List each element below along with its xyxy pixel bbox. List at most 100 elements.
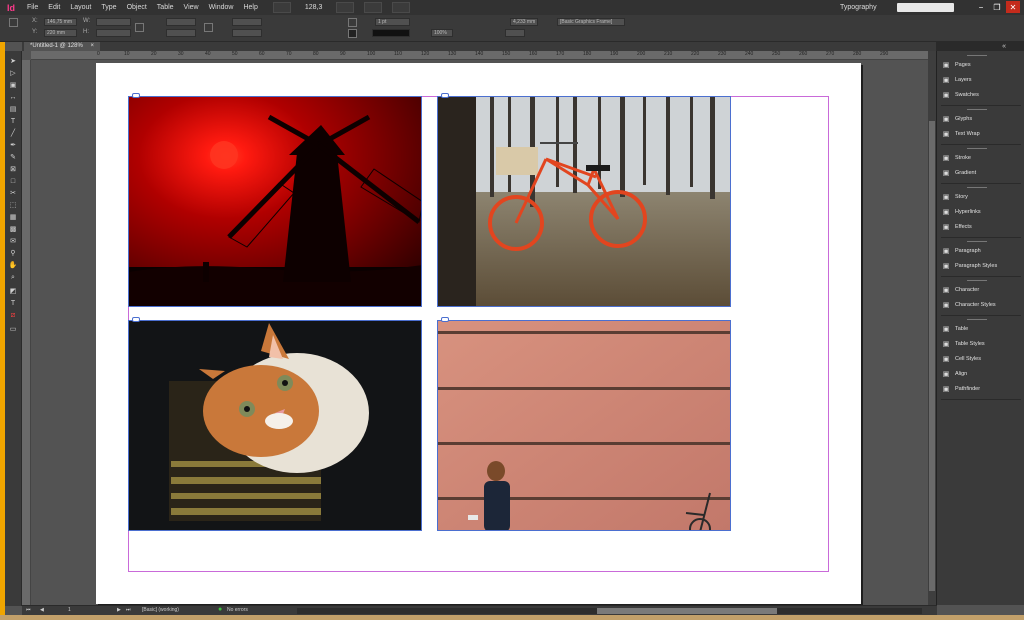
frame-fitting-dropdown[interactable]: [505, 29, 525, 37]
fill-swatch-icon[interactable]: [348, 18, 357, 27]
panel-tab-hyperlinks[interactable]: ▣ Hyperlinks: [941, 205, 1024, 219]
menu-type[interactable]: Type: [96, 0, 121, 15]
panel-tab-pages[interactable]: ▣ Pages: [941, 58, 1024, 72]
x-position-field[interactable]: 146,75 mm: [44, 18, 77, 26]
first-page-icon[interactable]: ⏮: [26, 607, 31, 613]
formatting-affects-container-icon[interactable]: T: [8, 299, 18, 308]
close-button[interactable]: ✕: [1006, 1, 1020, 13]
pen-tool-icon[interactable]: ✒: [8, 141, 18, 150]
prev-page-icon[interactable]: ◀: [40, 607, 44, 613]
menu-table[interactable]: Table: [152, 0, 179, 15]
panel-tab-text-wrap[interactable]: ▣ Text Wrap: [941, 127, 1024, 141]
screen-mode-button[interactable]: [364, 2, 383, 13]
panel-group-grip[interactable]: [967, 148, 987, 149]
height-field[interactable]: [96, 29, 131, 37]
rotation-field[interactable]: [232, 18, 262, 26]
panel-tab-paragraph-styles[interactable]: ▣ Paragraph Styles: [941, 259, 1024, 273]
frame-anchor-3[interactable]: [132, 317, 140, 322]
panel-tab-character[interactable]: ▣ Character: [941, 283, 1024, 297]
type-tool-icon[interactable]: T: [8, 117, 18, 126]
pencil-tool-icon[interactable]: ✎: [8, 153, 18, 162]
shear-field[interactable]: [232, 29, 262, 37]
view-options-button[interactable]: [336, 2, 355, 13]
panel-tab-story[interactable]: ▣ Story: [941, 190, 1024, 204]
panel-tab-pathfinder[interactable]: ▣ Pathfinder: [941, 382, 1024, 396]
panel-tab-glyphs[interactable]: ▣ Glyphs: [941, 112, 1024, 126]
panel-tab-stroke[interactable]: ▣ Stroke: [941, 151, 1024, 165]
menu-file[interactable]: File: [22, 0, 43, 15]
rectangle-tool-icon[interactable]: □: [8, 177, 18, 186]
menu-object[interactable]: Object: [122, 0, 152, 15]
horizontal-scroll-thumb[interactable]: [597, 608, 777, 614]
collapse-panels-icon[interactable]: «: [1002, 43, 1006, 50]
screen-mode-icon[interactable]: ▭: [8, 325, 18, 334]
panel-tab-layers[interactable]: ▣ Layers: [941, 73, 1024, 87]
vertical-scrollbar[interactable]: [928, 51, 936, 606]
note-tool-icon[interactable]: ✉: [8, 237, 18, 246]
minimize-button[interactable]: −: [974, 1, 988, 13]
link-scale-icon[interactable]: [204, 23, 213, 32]
panel-tab-cell-styles[interactable]: ▣ Cell Styles: [941, 352, 1024, 366]
last-page-icon[interactable]: ⏭: [126, 607, 131, 613]
horizontal-scrollbar[interactable]: [297, 608, 922, 614]
direct-selection-tool-icon[interactable]: ▷: [8, 69, 18, 78]
eyedropper-tool-icon[interactable]: ⚲: [8, 249, 18, 258]
content-collector-icon[interactable]: ▤: [8, 105, 18, 114]
document-tab[interactable]: *Untitled-1 @ 128% ×: [24, 42, 100, 51]
panel-dock-header[interactable]: «: [936, 42, 1024, 51]
page-number-field[interactable]: 1: [68, 607, 71, 613]
menu-edit[interactable]: Edit: [43, 0, 65, 15]
workspace-switcher[interactable]: Typography: [840, 0, 877, 15]
stroke-swatch-icon[interactable]: [348, 29, 357, 38]
help-search-input[interactable]: [897, 3, 954, 12]
preflight-status[interactable]: No errors: [227, 607, 248, 613]
preflight-profile[interactable]: [Basic] (working): [142, 607, 179, 613]
menu-view[interactable]: View: [179, 0, 204, 15]
menu-help[interactable]: Help: [238, 0, 262, 15]
arrange-documents-button[interactable]: [392, 2, 411, 13]
gradient-tool-icon[interactable]: ▦: [8, 213, 18, 222]
image-frame-wall[interactable]: [437, 320, 731, 531]
bridge-button[interactable]: [272, 2, 291, 13]
width-field[interactable]: [96, 18, 131, 26]
panel-tab-swatches[interactable]: ▣ Swatches: [941, 88, 1024, 102]
panel-group-grip[interactable]: [967, 55, 987, 56]
rectangle-frame-tool-icon[interactable]: ⊠: [8, 165, 18, 174]
apply-none-icon[interactable]: ⧄: [8, 311, 18, 320]
menu-window[interactable]: Window: [204, 0, 239, 15]
frame-anchor-2[interactable]: [441, 93, 449, 98]
page-tool-icon[interactable]: ▣: [8, 81, 18, 90]
size-field[interactable]: 4,233 mm: [510, 18, 538, 26]
panel-group-grip[interactable]: [967, 319, 987, 320]
scale-x-field[interactable]: [166, 18, 196, 26]
panel-tab-paragraph[interactable]: ▣ Paragraph: [941, 244, 1024, 258]
gap-tool-icon[interactable]: ↔: [8, 93, 18, 102]
image-frame-cat[interactable]: [128, 320, 422, 531]
panel-tab-gradient[interactable]: ▣ Gradient: [941, 166, 1024, 180]
panel-tab-table[interactable]: ▣ Table: [941, 322, 1024, 336]
panel-group-grip[interactable]: [967, 280, 987, 281]
menu-layout[interactable]: Layout: [65, 0, 96, 15]
frame-anchor-4[interactable]: [441, 317, 449, 322]
panel-tab-effects[interactable]: ▣ Effects: [941, 220, 1024, 234]
line-tool-icon[interactable]: ╱: [8, 129, 18, 138]
panel-tab-align[interactable]: ▣ Align: [941, 367, 1024, 381]
zoom-tool-icon[interactable]: ⌕: [8, 273, 18, 282]
selection-tool-icon[interactable]: ➤: [8, 57, 18, 66]
frame-anchor-1[interactable]: [132, 93, 140, 98]
scale-y-field[interactable]: [166, 29, 196, 37]
fill-stroke-icon[interactable]: ◩: [8, 287, 18, 296]
reference-point-icon[interactable]: [9, 18, 18, 27]
vertical-scroll-thumb[interactable]: [929, 121, 935, 591]
panel-group-grip[interactable]: [967, 241, 987, 242]
close-tab-icon[interactable]: ×: [90, 43, 94, 49]
panel-group-grip[interactable]: [967, 187, 987, 188]
image-frame-bicycle[interactable]: [437, 96, 731, 307]
next-page-icon[interactable]: ▶: [117, 607, 121, 613]
free-transform-tool-icon[interactable]: ⬚: [8, 201, 18, 210]
hand-tool-icon[interactable]: ✋: [8, 261, 18, 270]
restore-button[interactable]: ❐: [990, 1, 1004, 13]
scissors-tool-icon[interactable]: ✂: [8, 189, 18, 198]
panel-tab-character-styles[interactable]: ▣ Character Styles: [941, 298, 1024, 312]
stroke-weight-field[interactable]: 1 pt: [375, 18, 410, 26]
